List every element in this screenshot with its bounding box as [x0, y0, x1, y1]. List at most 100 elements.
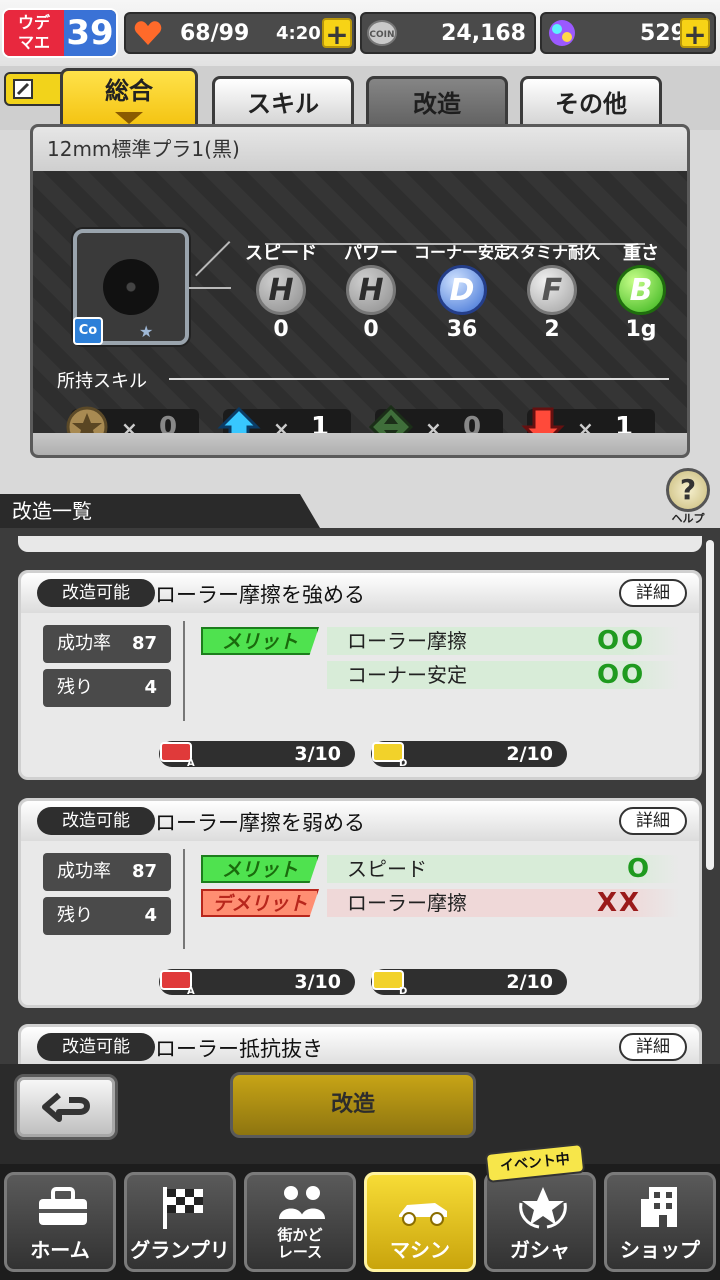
mod-title: ローラー摩擦を弱める	[155, 811, 365, 835]
material-d-icon: D	[372, 970, 407, 995]
mod-card-header: 改造可能 ローラー摩擦を弱める 詳細	[21, 801, 699, 841]
coin-icon: COIN	[367, 20, 397, 46]
connector-line	[189, 287, 231, 289]
stat-power-grade: H	[346, 265, 396, 315]
mod-status-badge: 改造可能	[37, 807, 155, 835]
tab-other[interactable]: その他	[520, 76, 662, 130]
stat-power-value: 0	[363, 317, 379, 342]
rank-value: 39	[64, 10, 116, 56]
mod-card: 改造可能 ローラー摩擦を弱める 詳細 成功率 87 残り 4 メリット スピード…	[18, 798, 702, 1008]
detail-button[interactable]: 詳細	[619, 579, 687, 607]
mod-card-header: 改造可能 ローラー抵抗抜き 詳細	[21, 1027, 699, 1064]
gem-icon	[549, 20, 575, 46]
back-button[interactable]	[14, 1074, 118, 1140]
stat-speed-grade: H	[256, 265, 306, 315]
tab-skill[interactable]: スキル	[212, 76, 354, 130]
material-d: D 2/10	[371, 741, 567, 767]
modify-button[interactable]: 改造	[230, 1072, 476, 1138]
mod-title: ローラー摩擦を強める	[155, 583, 365, 607]
stat-stamina-label: スタミナ耐久	[503, 243, 600, 262]
material-a-icon: A	[160, 742, 195, 767]
nav-street-race[interactable]: 街かど レース	[244, 1172, 356, 1272]
rank-badge: ウデ マエ 39	[2, 8, 118, 58]
part-body: Co ★ スピード H 0 パワー H 0 コーナー安定 D 36 スタミナ耐久…	[33, 171, 687, 449]
mod-list[interactable]: 改造可能 ローラー摩擦を強める 詳細 成功率 87 残り 4 メリット ローラー…	[0, 528, 720, 1064]
effect-mark: O	[627, 854, 652, 884]
stat-weight-grade: B	[616, 265, 666, 315]
add-gem-button[interactable]: +	[680, 18, 710, 50]
svg-text:COIN: COIN	[369, 30, 394, 40]
stat-stamina-value: 2	[544, 317, 560, 342]
part-type-badge: Co	[73, 317, 103, 345]
scrollbar[interactable]	[706, 540, 714, 870]
material-a-icon: A	[160, 970, 195, 995]
success-rate-value: 87	[131, 633, 157, 654]
success-rate-value: 87	[131, 861, 157, 882]
stamina-display: 68/99 4:20 +	[124, 12, 356, 54]
stamina-value: 68/99	[180, 21, 250, 46]
stat-speed-value: 0	[273, 317, 289, 342]
nav-grandprix-label: グランプリ	[130, 1238, 230, 1262]
effect-mark: XX	[597, 888, 642, 918]
previous-card-edge	[18, 536, 702, 552]
pencil-icon	[13, 79, 33, 99]
material-d-icon: D	[372, 742, 407, 767]
rank-label-line1: ウデ	[17, 13, 50, 32]
material-a: A 3/10	[159, 741, 355, 767]
nav-grandprix[interactable]: グランプリ	[124, 1172, 236, 1272]
stamina-timer: 4:20	[276, 23, 321, 44]
success-rate: 成功率 87	[43, 853, 171, 891]
part-name: 12mm標準プラ1(黒)	[33, 127, 687, 171]
nav-machine[interactable]: マシン	[364, 1172, 476, 1272]
tab-overview[interactable]: 総合	[60, 68, 198, 130]
mod-card-header: 改造可能 ローラー摩擦を強める 詳細	[21, 573, 699, 613]
rank-label-line2: マエ	[17, 33, 50, 52]
section-title: 改造一覧	[0, 494, 320, 528]
svg-text:A: A	[187, 758, 195, 767]
nav-home-label: ホーム	[30, 1238, 90, 1262]
nav-street-race-label-line1: 街かど	[277, 1226, 323, 1244]
svg-text:A: A	[187, 986, 195, 995]
nav-street-race-label-line2: レース	[277, 1243, 323, 1261]
toolbox-icon	[39, 1187, 87, 1225]
mod-status-badge: 改造可能	[37, 579, 155, 607]
coin-display: COIN 24,168	[360, 12, 536, 54]
nav-gacha[interactable]: ガシャ	[484, 1172, 596, 1272]
effect-mark: OO	[597, 626, 646, 656]
car-icon	[399, 1203, 447, 1226]
part-image[interactable]: Co ★	[73, 229, 189, 345]
divider	[183, 849, 185, 949]
tab-active-caret	[115, 112, 143, 124]
detail-button[interactable]: 詳細	[619, 1033, 687, 1061]
nav-street-race-label: 街かど レース	[247, 1227, 353, 1261]
stat-stamina-grade: F	[527, 265, 577, 315]
mod-card: 改造可能 ローラー摩擦を強める 詳細 成功率 87 残り 4 メリット ローラー…	[18, 570, 702, 780]
star-laurel-icon	[519, 1187, 567, 1229]
svg-text:D: D	[399, 986, 407, 995]
nav-shop[interactable]: ショップ	[604, 1172, 716, 1272]
edit-tag	[4, 72, 64, 106]
success-rate: 成功率 87	[43, 625, 171, 663]
nav-machine-label: マシン	[390, 1238, 450, 1262]
add-stamina-button[interactable]: +	[322, 18, 352, 50]
panel-footer	[33, 433, 687, 455]
skills-title: 所持スキル	[57, 371, 147, 392]
connector-line-diag	[195, 241, 231, 277]
nav-gacha-label: ガシャ	[510, 1238, 570, 1262]
heart-icon	[134, 21, 162, 45]
material-d-count: 2/10	[506, 971, 553, 993]
remaining-value: 4	[144, 905, 157, 926]
tab-overview-label: 総合	[105, 77, 153, 105]
svg-text:D: D	[399, 758, 407, 767]
roller-icon	[103, 259, 159, 315]
demerit-tag: デメリット	[201, 889, 319, 917]
divider	[183, 621, 185, 721]
remaining: 残り 4	[43, 669, 171, 707]
detail-button[interactable]: 詳細	[619, 807, 687, 835]
tab-modify[interactable]: 改造	[366, 76, 508, 130]
nav-home[interactable]: ホーム	[4, 1172, 116, 1272]
material-a-count: 3/10	[294, 971, 341, 993]
skills-divider	[169, 378, 669, 380]
help-button[interactable]: ?	[666, 468, 710, 512]
stat-corner-value: 36	[446, 317, 478, 342]
